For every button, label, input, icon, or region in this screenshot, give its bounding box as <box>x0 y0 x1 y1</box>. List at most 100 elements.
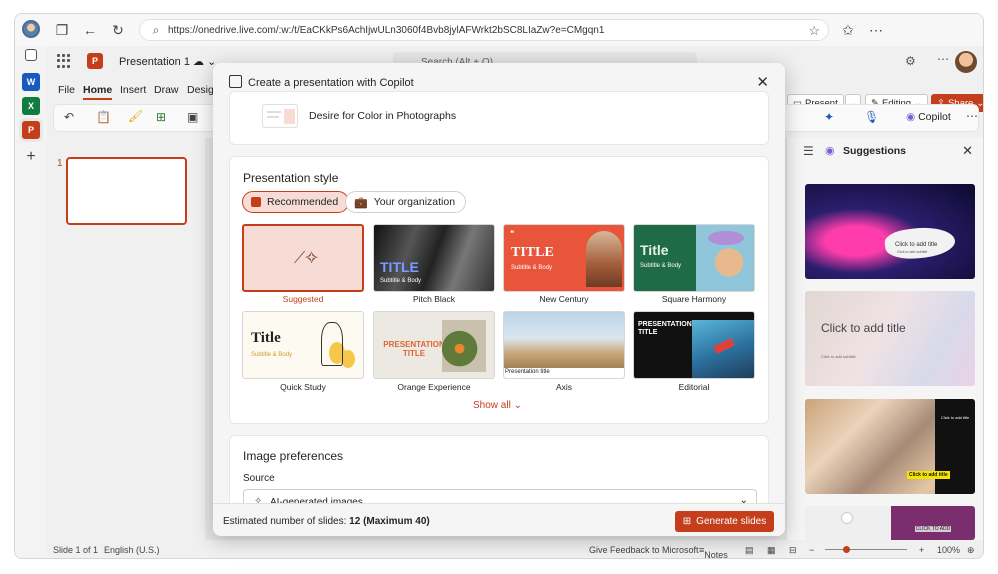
zoom-slider[interactable] <box>825 549 907 550</box>
suggestion-card[interactable]: Click to add title Click to add subtitle <box>805 291 975 386</box>
template-name: Square Harmony <box>661 294 727 304</box>
user-avatar[interactable] <box>955 51 977 73</box>
settings-icon[interactable]: ⚙ <box>905 54 916 68</box>
browser-profile-avatar[interactable] <box>22 20 40 38</box>
ribbon-more-icon[interactable]: ⋯ <box>966 109 978 123</box>
format-painter-icon[interactable]: 🖌 <box>128 109 143 123</box>
briefcase-icon: 💼 <box>354 196 368 209</box>
template-name: Editorial <box>678 382 710 392</box>
feedback-link[interactable]: Give Feedback to Microsoft <box>589 545 699 555</box>
app-launcher-icon[interactable] <box>57 54 71 68</box>
dialog-close-icon[interactable]: ✕ <box>756 73 769 91</box>
url-text[interactable]: https://onedrive.live.com/:w:/t/EaCKkPs6… <box>168 25 604 36</box>
tab-file[interactable]: File <box>58 84 75 96</box>
browser-toolbar: ❐ ← ↻ ⌕ https://onedrive.live.com/:w:/t/… <box>15 14 983 46</box>
dialog-title: Create a presentation with Copilot <box>248 77 414 89</box>
fit-slide-icon[interactable]: ⊕ <box>967 545 975 556</box>
more-icon[interactable]: ⋯ <box>867 21 885 39</box>
tab-draw[interactable]: Draw <box>154 84 179 96</box>
dialog-footer: Estimated number of slides: 12 (Maximum … <box>213 503 785 536</box>
layout-icon[interactable]: ▣ <box>187 110 198 124</box>
template-orange-experience[interactable]: PRESENTATION TITLE <box>373 311 495 379</box>
show-all-button[interactable]: Show all ⌄ <box>473 400 522 411</box>
slide-number: 1 <box>57 158 63 169</box>
more-options-icon[interactable]: ⋯ <box>937 52 949 66</box>
add-app-icon[interactable]: + <box>22 148 40 166</box>
zoom-slider-thumb[interactable] <box>843 546 850 553</box>
notes-button[interactable]: ≡ Notes <box>699 545 728 558</box>
tab-home[interactable]: Home <box>83 84 113 100</box>
refresh-icon[interactable]: ↻ <box>109 21 127 39</box>
tab-design[interactable]: Desig <box>187 84 214 96</box>
favorite-add-icon[interactable]: ☆ <box>808 23 820 39</box>
template-title: Presentation title <box>505 369 550 375</box>
copilot-pane-icon: ◉ <box>825 145 835 157</box>
suggestion-card[interactable]: Click to add title Click to add title <box>805 399 975 494</box>
language[interactable]: English (U.S.) <box>104 545 160 555</box>
designer-icon[interactable]: ✦ <box>824 110 834 124</box>
back-icon[interactable]: ← <box>81 21 99 39</box>
document-thumbnail-icon <box>262 104 298 128</box>
template-name: Suggested <box>282 294 324 304</box>
word-icon[interactable]: W <box>22 73 40 91</box>
powerpoint-logo-icon: P <box>87 53 103 69</box>
slide-thumbnails: 1 <box>47 138 205 540</box>
zoom-level[interactable]: 100% <box>937 545 960 555</box>
suggestion-title: Click to add title <box>941 415 970 420</box>
prompt-document[interactable]: Desire for Color in Photographs <box>309 110 456 122</box>
pane-title: Suggestions <box>843 145 907 157</box>
reading-view-icon[interactable]: ⊟ <box>789 545 797 556</box>
new-slide-icon[interactable]: ⊞ <box>156 110 166 124</box>
slides-estimate: Estimated number of slides: 12 (Maximum … <box>223 516 430 527</box>
slide-sorter-icon[interactable]: ▦ <box>767 545 776 556</box>
document-title[interactable]: Presentation 1 ☁ ⌄ <box>119 55 216 68</box>
normal-view-icon[interactable]: ▤ <box>745 545 754 556</box>
favorites-icon[interactable]: ✩ <box>839 21 857 39</box>
undo-icon[interactable]: ↶ <box>64 110 74 124</box>
copilot-icon: ◉ <box>906 111 916 123</box>
powerpoint-icon[interactable]: P <box>22 121 40 139</box>
template-suggested[interactable]: ⟋✧ <box>242 224 364 292</box>
template-editorial[interactable]: PRESENTATION TITLE <box>633 311 755 379</box>
paste-icon[interactable]: 📋 <box>96 110 111 124</box>
excel-icon[interactable]: X <box>22 97 40 115</box>
suggestion-card[interactable]: Click to add title Click to add subtitle <box>805 184 975 279</box>
pill-recommended[interactable]: Recommended <box>242 191 350 213</box>
template-title: PRESENTATION TITLE <box>383 340 445 358</box>
template-name: New Century <box>539 294 589 304</box>
template-new-century[interactable]: ❝ TITLE Subtitle & Body <box>503 224 625 292</box>
pill-organization[interactable]: 💼 Your organization <box>345 191 467 213</box>
recommended-icon <box>251 197 261 207</box>
template-title: TITLE <box>380 259 419 275</box>
pages-icon[interactable] <box>25 49 37 61</box>
template-pitch-black[interactable]: TITLE Subtitle & Body <box>373 224 495 292</box>
suggestion-card[interactable]: CLICK TO ADD <box>805 506 975 540</box>
dictate-icon[interactable]: 🎙 <box>864 110 879 124</box>
zoom-out-icon[interactable]: − <box>809 545 814 555</box>
copilot-dialog: Create a presentation with Copilot ✕ Des… <box>213 63 785 536</box>
generate-slides-button[interactable]: ⊞ Generate slides <box>675 511 774 532</box>
template-name: Axis <box>555 382 573 392</box>
pane-close-icon[interactable]: ✕ <box>962 143 973 159</box>
zoom-in-icon[interactable]: + <box>919 545 924 555</box>
source-label: Source <box>243 473 275 484</box>
template-axis[interactable]: Presentation title <box>503 311 625 379</box>
template-subtitle: Subtitle & Body <box>380 278 422 284</box>
generate-icon: ⊞ <box>682 516 692 527</box>
template-quick-study[interactable]: Title Subtitle & Body <box>242 311 364 379</box>
template-square-harmony[interactable]: Title Subtitle & Body <box>633 224 755 292</box>
prompt-card: Desire for Color in Photographs <box>229 91 769 145</box>
template-name: Quick Study <box>280 382 326 392</box>
address-bar[interactable]: ⌕ https://onedrive.live.com/:w:/t/EaCKkP… <box>139 19 829 41</box>
workspaces-icon[interactable]: ❐ <box>53 21 71 39</box>
app-rail: W X P + <box>15 46 47 558</box>
template-name: Pitch Black <box>412 294 456 304</box>
chevron-down-icon: ⌄ <box>513 400 522 411</box>
menu-icon[interactable]: ☰ <box>803 144 814 158</box>
slide-thumbnail[interactable] <box>66 157 187 225</box>
search-icon: ⌕ <box>152 22 160 37</box>
copilot-button[interactable]: ◉ Copilot <box>906 111 951 123</box>
suggestion-title: CLICK TO ADD <box>915 526 951 532</box>
tab-insert[interactable]: Insert <box>120 84 146 96</box>
suggestion-title: Click to add title <box>821 321 906 335</box>
